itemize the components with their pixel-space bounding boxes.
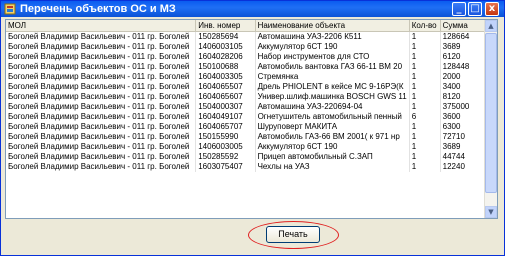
cell-object-name: Автомобиль ГАЗ-66 ВМ 2001( к 971 нр [255, 132, 410, 142]
objects-grid[interactable]: МОЛ Инв. номер Наименование объекта Кол-… [5, 19, 498, 219]
objects-table: МОЛ Инв. номер Наименование объекта Кол-… [6, 20, 497, 172]
cell-inv-number: 150155990 [195, 132, 256, 142]
cell-inv-number: 1604049107 [195, 112, 256, 122]
table-row[interactable]: Боголей Владимир Васильевич - 011 гр. Бо… [6, 162, 497, 172]
minimize-button[interactable]: _ [452, 2, 466, 16]
table-row[interactable]: Боголей Владимир Васильевич - 011 гр. Бо… [6, 52, 497, 62]
cell-object-name: Автомобиль вантовка ГАЗ 66-11 ВМ 20 [255, 62, 410, 72]
cell-inv-number: 150100688 [195, 62, 256, 72]
window-title: Перечень объектов ОС и МЗ [20, 3, 176, 15]
cell-mol: Боголей Владимир Васильевич - 011 гр. Бо… [6, 112, 197, 122]
cell-quantity: 1 [409, 82, 441, 92]
cell-quantity: 1 [409, 162, 441, 172]
scroll-down-icon[interactable]: ▼ [485, 206, 497, 218]
column-header-object-name[interactable]: Наименование объекта [255, 20, 410, 32]
cell-mol: Боголей Владимир Васильевич - 011 гр. Бо… [6, 62, 197, 72]
cell-object-name: Прицеп автомобильный С.ЗАП [255, 152, 410, 162]
cell-mol: Боголей Владимир Васильевич - 011 гр. Бо… [6, 82, 197, 92]
table-row[interactable]: Боголей Владимир Васильевич - 011 гр. Бо… [6, 122, 497, 132]
cell-inv-number: 1603075407 [195, 162, 256, 172]
cell-inv-number: 1406003105 [195, 42, 256, 52]
cell-quantity: 1 [409, 62, 441, 72]
scroll-thumb[interactable] [485, 33, 497, 193]
print-button[interactable]: Печать [266, 226, 320, 243]
cell-mol: Боголей Владимир Васильевич - 011 гр. Бо… [6, 72, 197, 82]
cell-object-name: Чехлы на УАЗ [255, 162, 410, 172]
cell-quantity: 1 [409, 152, 441, 162]
table-row[interactable]: Боголей Владимир Васильевич - 011 гр. Бо… [6, 82, 497, 92]
cell-inv-number: 1604065707 [195, 122, 256, 132]
vertical-scrollbar[interactable]: ▲ ▼ [484, 20, 497, 218]
cell-mol: Боголей Владимир Васильевич - 011 гр. Бо… [6, 52, 197, 62]
cell-mol: Боголей Владимир Васильевич - 011 гр. Бо… [6, 31, 197, 42]
table-row[interactable]: Боголей Владимир Васильевич - 011 гр. Бо… [6, 132, 497, 142]
cell-inv-number: 150285694 [195, 31, 256, 42]
table-row[interactable]: Боголей Владимир Васильевич - 011 гр. Бо… [6, 152, 497, 162]
cell-mol: Боголей Владимир Васильевич - 011 гр. Бо… [6, 122, 197, 132]
cell-mol: Боголей Владимир Васильевич - 011 гр. Бо… [6, 42, 197, 52]
table-row[interactable]: Боголей Владимир Васильевич - 011 гр. Бо… [6, 102, 497, 112]
cell-object-name: Автомашина УАЗ-220694-04 [255, 102, 410, 112]
app-icon [4, 3, 16, 15]
cell-mol: Боголей Владимир Васильевич - 011 гр. Бо… [6, 152, 197, 162]
table-row[interactable]: Боголей Владимир Васильевич - 011 гр. Бо… [6, 92, 497, 102]
cell-quantity: 1 [409, 42, 441, 52]
cell-object-name: Дрель PHIOLENT в кейсе МС 9-16РЭ(К [255, 82, 410, 92]
cell-object-name: Автомашина УАЗ-2206 К511 [255, 31, 410, 42]
cell-quantity: 1 [409, 132, 441, 142]
cell-inv-number: 1604065607 [195, 92, 256, 102]
cell-object-name: Огнетушитель автомобильный пенный [255, 112, 410, 122]
column-header-mol[interactable]: МОЛ [6, 20, 197, 32]
table-row[interactable]: Боголей Владимир Васильевич - 011 гр. Бо… [6, 142, 497, 152]
cell-object-name: Набор инструментов для СТО [255, 52, 410, 62]
column-header-inv-number[interactable]: Инв. номер [195, 20, 256, 32]
cell-quantity: 1 [409, 102, 441, 112]
cell-object-name: Шуруповерт МАКИТА [255, 122, 410, 132]
cell-mol: Боголей Владимир Васильевич - 011 гр. Бо… [6, 162, 197, 172]
cell-inv-number: 1604003305 [195, 72, 256, 82]
cell-inv-number: 1604065507 [195, 82, 256, 92]
table-row[interactable]: Боголей Владимир Васильевич - 011 гр. Бо… [6, 112, 497, 122]
cell-inv-number: 150285592 [195, 152, 256, 162]
cell-inv-number: 1406003005 [195, 142, 256, 152]
cell-quantity: 1 [409, 122, 441, 132]
cell-object-name: Универ.шлиф.машинка BOSCH GWS 11 [255, 92, 410, 102]
scroll-up-icon[interactable]: ▲ [485, 20, 497, 32]
cell-quantity: 1 [409, 92, 441, 102]
cell-mol: Боголей Владимир Васильевич - 011 гр. Бо… [6, 142, 197, 152]
table-row[interactable]: Боголей Владимир Васильевич - 011 гр. Бо… [6, 42, 497, 52]
cell-inv-number: 1504000307 [195, 102, 256, 112]
table-row[interactable]: Боголей Владимир Васильевич - 011 гр. Бо… [6, 72, 497, 82]
column-header-quantity[interactable]: Кол-во [409, 20, 441, 32]
cell-object-name: Аккумулятор 6СТ 190 [255, 142, 410, 152]
cell-object-name: Аккумулятор 6СТ 190 [255, 42, 410, 52]
cell-mol: Боголей Владимир Васильевич - 011 гр. Бо… [6, 92, 197, 102]
cell-quantity: 6 [409, 112, 441, 122]
cell-inv-number: 1604028206 [195, 52, 256, 62]
maximize-button[interactable]: □ [468, 2, 482, 16]
table-header-row: МОЛ Инв. номер Наименование объекта Кол-… [6, 20, 497, 32]
cell-quantity: 1 [409, 31, 441, 42]
cell-object-name: Стремянка [255, 72, 410, 82]
table-row[interactable]: Боголей Владимир Васильевич - 011 гр. Бо… [6, 62, 497, 72]
cell-quantity: 1 [409, 52, 441, 62]
objects-list-window: Перечень объектов ОС и МЗ _ □ x МОЛ Инв.… [0, 0, 505, 256]
cell-quantity: 1 [409, 142, 441, 152]
cell-mol: Боголей Владимир Васильевич - 011 гр. Бо… [6, 132, 197, 142]
close-button[interactable]: x [485, 2, 499, 16]
table-row[interactable]: Боголей Владимир Васильевич - 011 гр. Бо… [6, 31, 497, 42]
cell-quantity: 1 [409, 72, 441, 82]
title-bar[interactable]: Перечень объектов ОС и МЗ _ □ x [1, 1, 504, 17]
cell-mol: Боголей Владимир Васильевич - 011 гр. Бо… [6, 102, 197, 112]
